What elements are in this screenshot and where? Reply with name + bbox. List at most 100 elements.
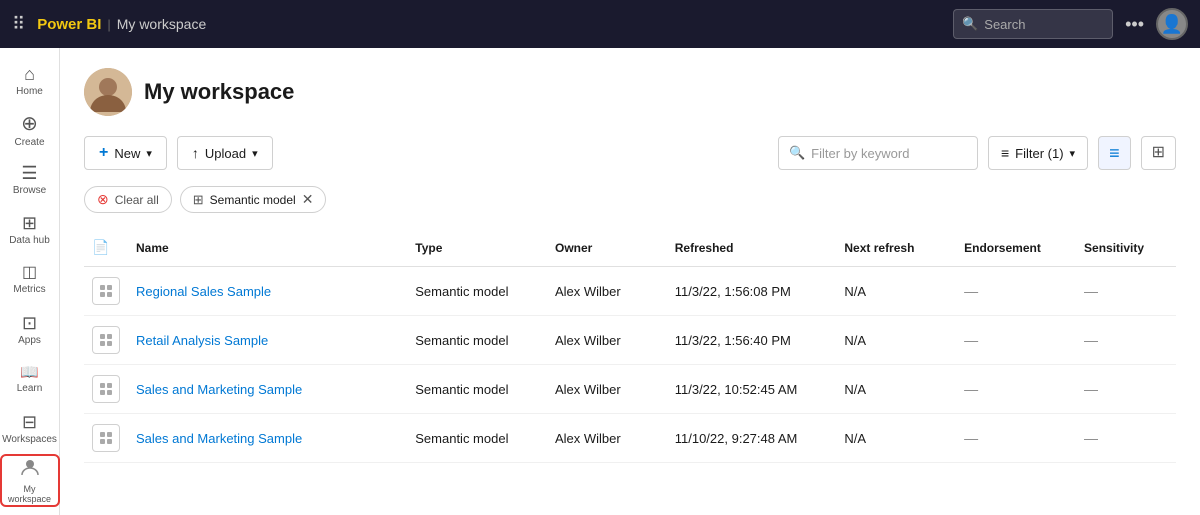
list-view-button[interactable]: ≡: [1098, 136, 1131, 170]
sidebar: ⌂ Home ⊕ Create ☰ Browse ⊞ Data hub ◫ Me…: [0, 48, 60, 515]
row-next-refresh: N/A: [836, 267, 956, 316]
topbar-workspace-name: My workspace: [117, 16, 206, 32]
sidebar-label-data-hub: Data hub: [9, 235, 50, 246]
data-hub-icon: ⊞: [22, 214, 37, 232]
row-owner: Alex Wilber: [547, 365, 667, 414]
row-endorsement: —: [956, 316, 1076, 365]
row-sensitivity: —: [1076, 414, 1176, 463]
sidebar-item-my-workspace[interactable]: My workspace: [0, 454, 60, 507]
filter-button[interactable]: ≡ Filter (1) ▾: [988, 136, 1088, 170]
row-icon-cell: [84, 267, 128, 316]
new-chevron-icon: ▾: [146, 147, 152, 160]
sidebar-item-data-hub[interactable]: ⊞ Data hub: [0, 205, 60, 255]
table-row[interactable]: Sales and Marketing Sample Semantic mode…: [84, 365, 1176, 414]
upload-icon: ↑: [192, 145, 199, 161]
learn-icon: 📖: [20, 365, 39, 380]
content-area: My workspace + New ▾ ↑ Upload ▾ 🔍 ≡ Filt…: [60, 48, 1200, 515]
topbar-more-icon[interactable]: •••: [1125, 14, 1144, 35]
row-next-refresh: N/A: [836, 365, 956, 414]
sidebar-item-apps[interactable]: ⊡ Apps: [0, 305, 60, 355]
sidebar-label-learn: Learn: [17, 383, 43, 394]
sidebar-label-create: Create: [14, 137, 44, 148]
sidebar-item-learn[interactable]: 📖 Learn: [0, 355, 60, 405]
row-owner: Alex Wilber: [547, 267, 667, 316]
sidebar-item-browse[interactable]: ☰ Browse: [0, 156, 60, 206]
row-icon-cell: [84, 316, 128, 365]
workspace-avatar: [84, 68, 132, 116]
sidebar-item-workspaces[interactable]: ⊟ Workspaces: [0, 404, 60, 454]
my-workspace-icon: [19, 456, 41, 482]
row-name[interactable]: Sales and Marketing Sample: [128, 414, 407, 463]
tag-label: Semantic model: [210, 193, 296, 207]
data-table: 📄 Name Type Owner Refreshed Next refresh…: [84, 229, 1176, 463]
sidebar-label-my-workspace: My workspace: [2, 485, 58, 505]
row-name[interactable]: Regional Sales Sample: [128, 267, 407, 316]
home-icon: ⌂: [24, 65, 35, 83]
col-header-refreshed: Refreshed: [667, 229, 837, 267]
col-header-name: Name: [128, 229, 407, 267]
row-icon-cell: [84, 414, 128, 463]
col-header-icon: 📄: [84, 229, 128, 267]
create-icon: ⊕: [21, 114, 38, 134]
grid-icon[interactable]: ⠿: [12, 14, 25, 35]
sidebar-item-create[interactable]: ⊕ Create: [0, 106, 60, 156]
row-type: Semantic model: [407, 365, 547, 414]
table-row[interactable]: Regional Sales Sample Semantic model Ale…: [84, 267, 1176, 316]
topbar-search-box[interactable]: 🔍: [953, 9, 1113, 39]
new-button-label: New: [114, 146, 140, 161]
tag-remove-icon[interactable]: ✕: [302, 191, 314, 208]
row-item-icon: [92, 277, 120, 305]
metrics-icon: ◫: [22, 265, 37, 281]
table-header-row: 📄 Name Type Owner Refreshed Next refresh…: [84, 229, 1176, 267]
col-header-sensitivity: Sensitivity: [1076, 229, 1176, 267]
clear-icon: ⊗: [97, 191, 109, 208]
row-name[interactable]: Retail Analysis Sample: [128, 316, 407, 365]
search-icon: 🔍: [789, 145, 805, 161]
filter-icon: ≡: [1001, 145, 1009, 161]
row-icon-cell: [84, 365, 128, 414]
sidebar-item-metrics[interactable]: ◫ Metrics: [0, 255, 60, 305]
row-refreshed: 11/10/22, 9:27:48 AM: [667, 414, 837, 463]
row-refreshed: 11/3/22, 10:52:45 AM: [667, 365, 837, 414]
row-endorsement: —: [956, 414, 1076, 463]
semantic-model-tag[interactable]: ⊞ Semantic model ✕: [180, 186, 327, 213]
row-endorsement: —: [956, 365, 1076, 414]
app-logo: Power BI | My workspace: [37, 16, 206, 33]
user-avatar[interactable]: 👤: [1156, 8, 1188, 40]
upload-button-label: Upload: [205, 146, 246, 161]
col-header-type: Type: [407, 229, 547, 267]
row-next-refresh: N/A: [836, 414, 956, 463]
split-view-button[interactable]: ⊞: [1141, 136, 1176, 170]
row-item-icon: [92, 375, 120, 403]
col-header-owner: Owner: [547, 229, 667, 267]
table-row[interactable]: Retail Analysis Sample Semantic model Al…: [84, 316, 1176, 365]
clear-all-label: Clear all: [115, 193, 159, 207]
topbar: ⠿ Power BI | My workspace 🔍 ••• 👤: [0, 0, 1200, 48]
sidebar-item-home[interactable]: ⌂ Home: [0, 56, 60, 106]
filter-button-label: Filter (1): [1015, 146, 1063, 161]
row-refreshed: 11/3/22, 1:56:08 PM: [667, 267, 837, 316]
upload-button[interactable]: ↑ Upload ▾: [177, 136, 273, 170]
row-sensitivity: —: [1076, 316, 1176, 365]
col-header-next-refresh: Next refresh: [836, 229, 956, 267]
clear-all-button[interactable]: ⊗ Clear all: [84, 186, 172, 213]
workspace-header: My workspace: [84, 68, 1176, 116]
new-button[interactable]: + New ▾: [84, 136, 167, 170]
table-row[interactable]: Sales and Marketing Sample Semantic mode…: [84, 414, 1176, 463]
keyword-filter-input[interactable]: 🔍: [778, 136, 978, 170]
row-name[interactable]: Sales and Marketing Sample: [128, 365, 407, 414]
upload-chevron-icon: ▾: [252, 147, 258, 160]
topbar-search-input[interactable]: [984, 17, 1104, 32]
search-icon: 🔍: [962, 16, 978, 32]
sidebar-label-browse: Browse: [13, 185, 46, 196]
browse-icon: ☰: [21, 164, 37, 182]
keyword-input[interactable]: [811, 146, 967, 161]
sidebar-label-apps: Apps: [18, 335, 41, 346]
row-type: Semantic model: [407, 316, 547, 365]
app-name: Power BI: [37, 16, 101, 33]
row-type: Semantic model: [407, 414, 547, 463]
workspaces-icon: ⊟: [22, 413, 37, 431]
row-item-icon: [92, 326, 120, 354]
row-owner: Alex Wilber: [547, 316, 667, 365]
toolbar: + New ▾ ↑ Upload ▾ 🔍 ≡ Filter (1) ▾ ≡: [84, 136, 1176, 170]
